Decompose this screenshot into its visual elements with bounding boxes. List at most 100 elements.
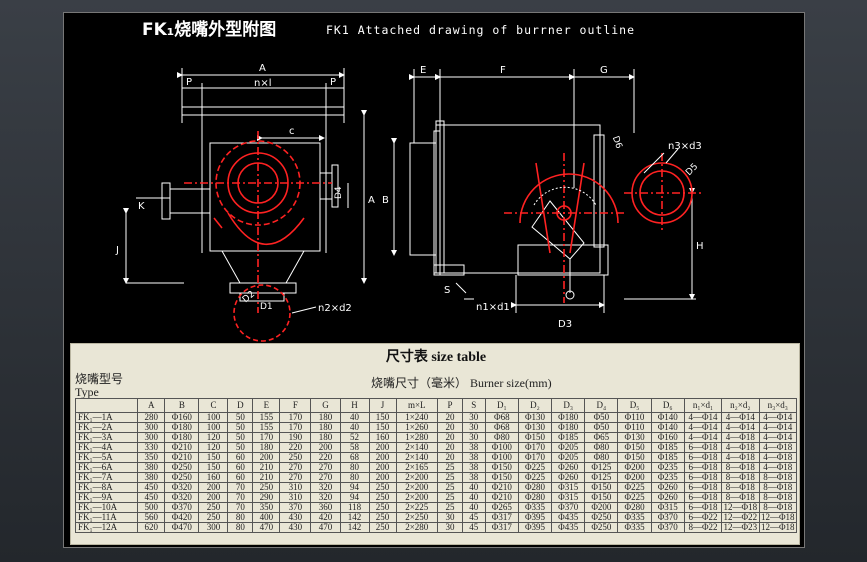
table-cell: Φ250 — [584, 512, 619, 523]
table-cell: 80 — [227, 522, 254, 533]
dim-label-P-left: P — [186, 77, 192, 88]
table-cell: 4—Φ18 — [758, 462, 798, 473]
table-cell: 200 — [310, 442, 341, 453]
header-cell: S — [461, 398, 486, 413]
table-cell: 20 — [437, 452, 463, 463]
table-cell: Φ280 — [617, 502, 652, 513]
size-table-panel: 尺寸表 size table 烧嘴型号 Type 烧嘴尺寸（毫米） Burner… — [70, 343, 800, 545]
table-cell: 300 — [137, 422, 166, 433]
header-cell: C — [198, 398, 229, 413]
table-cell: Φ170 — [517, 442, 553, 453]
table-cell: 118 — [339, 502, 370, 513]
table-cell: 350 — [137, 452, 166, 463]
table-cell: 470 — [252, 522, 281, 533]
table-cell: 250 — [198, 512, 229, 523]
header-cell: n₃×d₃ — [758, 398, 798, 413]
table-cell: 200 — [368, 452, 397, 463]
table-cell: 6—Φ22 — [683, 512, 723, 523]
table-cell: 430 — [279, 522, 312, 533]
table-cell: 142 — [339, 522, 370, 533]
dim-label-J: J — [115, 245, 119, 256]
table-cell: 380 — [137, 472, 166, 483]
table-cell: Φ110 — [617, 422, 652, 433]
table-cell: Φ180 — [164, 432, 200, 443]
table-cell: 6—Φ18 — [683, 482, 723, 493]
table-cell: 160 — [368, 432, 397, 443]
table-cell: 180 — [310, 422, 341, 433]
table-cell: 8—Φ18 — [721, 482, 760, 493]
table-cell: Φ395 — [517, 522, 553, 533]
table-cell: Φ335 — [517, 502, 553, 513]
table-cell: Φ235 — [650, 472, 685, 483]
table-cell: Φ200 — [617, 472, 652, 483]
table-cell: Φ140 — [650, 422, 685, 433]
table-cell: Φ225 — [517, 462, 553, 473]
dim-label-F: F — [500, 65, 506, 76]
header-cell: P — [437, 398, 463, 413]
drawing-sheet: FK₁烧嘴外型附图 FK1 Attached drawing of burrne… — [63, 12, 805, 548]
table-cell: 4—Φ14 — [721, 422, 760, 433]
table-cell: 45 — [461, 522, 486, 533]
table-cell: 1×280 — [395, 432, 439, 443]
table-cell: Φ280 — [517, 492, 553, 503]
table-cell: 70 — [227, 492, 254, 503]
table-cell: 12—Φ23 — [721, 522, 760, 533]
table-cell: Φ130 — [617, 432, 652, 443]
table-cell: Φ210 — [484, 482, 519, 493]
table-row: FK₁—11A 560 Φ420 250 80 400 430 420 142 250 2×250 3… — [74, 512, 798, 523]
table-cell: 210 — [252, 462, 281, 473]
size-table: A B C D E F G H Jm×L P S D₁ D₂ D₃ D₄ D₅ D₆ n₁×d₁ n₂×d₂ n₃×d… — [74, 398, 798, 533]
table-cell: 50 — [227, 442, 254, 453]
right-view — [391, 69, 696, 313]
table-cell: Φ185 — [551, 432, 586, 443]
table-cell: 2×250 — [395, 512, 439, 523]
table-cell: 310 — [279, 492, 312, 503]
table-cell: 4—Φ14 — [683, 432, 723, 443]
table-cell: 142 — [339, 512, 370, 523]
table-cell: Φ150 — [484, 462, 519, 473]
table-cell: 200 — [198, 492, 229, 503]
table-cell: 200 — [368, 472, 397, 483]
table-cell: 8—Φ18 — [758, 502, 798, 513]
table-cell: Φ160 — [164, 412, 200, 423]
table-cell: 38 — [461, 442, 486, 453]
table-cell: 4—Φ18 — [721, 432, 760, 443]
header-cell: n₁×d₁ — [683, 398, 723, 413]
label-n3d3: n3×d3 — [668, 141, 702, 152]
table-cell: Φ200 — [617, 462, 652, 473]
table-cell: Φ110 — [617, 412, 652, 423]
table-cell: Φ80 — [584, 442, 619, 453]
table-row: FK₁—10A 500 Φ370 250 70 350 370 360 118 250 2×225 2… — [74, 502, 798, 513]
table-cell: Φ150 — [517, 432, 553, 443]
type-cell: FK₁—4A — [74, 442, 139, 453]
label-n1d1: n1×d1 — [476, 302, 510, 313]
table-cell: 370 — [279, 502, 312, 513]
table-cell: 25 — [437, 492, 463, 503]
table-cell: Φ80 — [584, 452, 619, 463]
dim-label-G: G — [600, 65, 608, 76]
table-cell: 8—Φ18 — [721, 462, 760, 473]
type-cell: FK₁—9A — [74, 492, 139, 503]
table-cell: Φ50 — [584, 422, 619, 433]
table-cell: Φ315 — [551, 482, 586, 493]
table-cell: Φ320 — [164, 482, 200, 493]
table-cell: 60 — [227, 472, 254, 483]
table-cell: Φ150 — [584, 492, 619, 503]
table-cell: 30 — [437, 522, 463, 533]
table-cell: 4—Φ14 — [683, 412, 723, 423]
table-cell: 190 — [279, 432, 312, 443]
table-row: FK₁—6A 380 Φ250 150 60 210 270 270 80 200 2×165 25 3… — [74, 462, 798, 473]
header-cell: B — [164, 398, 200, 413]
dim-label-D3: D3 — [558, 319, 572, 330]
table-cell: 38 — [461, 462, 486, 473]
table-cell: 4—Φ14 — [683, 422, 723, 433]
table-cell: Φ315 — [650, 502, 685, 513]
table-cell: Φ185 — [650, 452, 685, 463]
table-cell: Φ370 — [551, 502, 586, 513]
header-cell-type — [74, 398, 139, 413]
table-cell: 8—Φ18 — [758, 472, 798, 483]
table-cell: Φ150 — [617, 442, 652, 453]
table-row: FK₁—7A 380 Φ250 160 60 210 270 270 80 200 2×200 25 3… — [74, 472, 798, 483]
table-cell: 80 — [339, 472, 370, 483]
table-cell: 8—Φ22 — [683, 522, 723, 533]
